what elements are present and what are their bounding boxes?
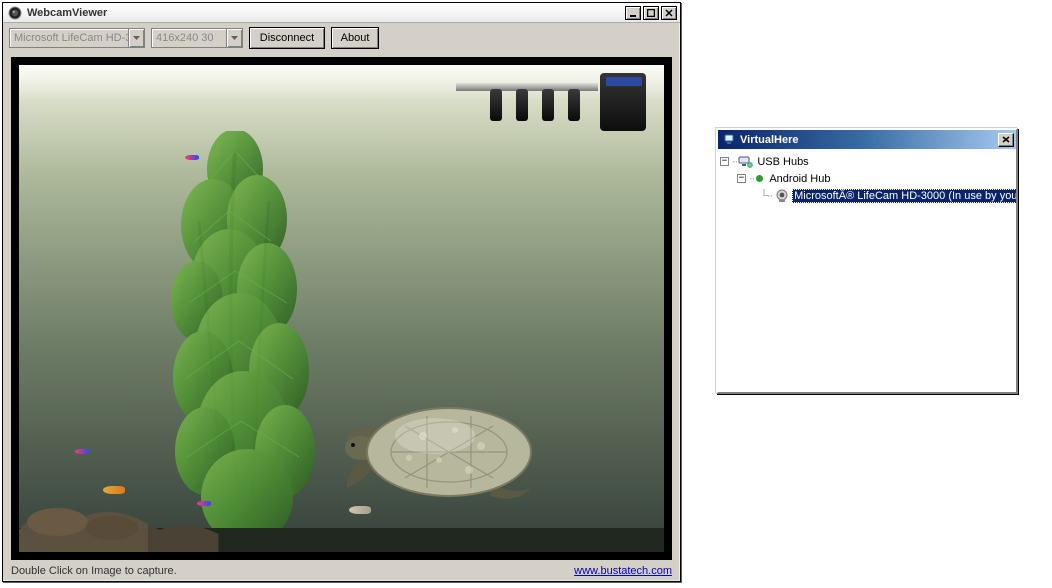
hub-root-icon <box>737 155 753 169</box>
maximize-button[interactable] <box>643 6 659 20</box>
tree-row-device[interactable]: └·· MicrosoftÂ® LifeCam HD-3000 (In use … <box>720 187 1014 204</box>
disconnect-button[interactable]: Disconnect <box>249 27 325 49</box>
collapse-icon[interactable]: − <box>720 157 729 166</box>
tree-line: ·· <box>749 173 754 185</box>
device-tree[interactable]: − ·· USB Hubs − ·· Android Hub └·· <box>718 149 1016 392</box>
status-bar: Double Click on Image to capture. www.bu… <box>3 562 680 581</box>
resolution-combo-text: 416x240 30 <box>152 32 226 44</box>
virtualhere-titlebar[interactable]: VirtualHere <box>718 130 1016 149</box>
turtle <box>339 388 549 508</box>
aquarium-filter <box>456 71 646 136</box>
device-combo-text: Microsoft LifeCam HD-30 <box>10 32 128 44</box>
collapse-icon[interactable]: − <box>737 174 746 183</box>
about-button-label: About <box>341 32 370 44</box>
chevron-down-icon <box>128 29 144 47</box>
tree-row-hub[interactable]: − ·· Android Hub <box>720 170 1014 187</box>
close-button[interactable] <box>661 6 677 20</box>
virtualhere-window: VirtualHere − ·· USB Hubs − ·· Android H… <box>716 128 1018 394</box>
aquarium-scene <box>19 65 664 552</box>
video-frame <box>11 57 672 560</box>
camera-icon <box>7 5 23 21</box>
virtualhere-title: VirtualHere <box>740 134 998 146</box>
webcam-viewer-titlebar[interactable]: WebcamViewer <box>3 3 680 23</box>
webcam-device-icon <box>774 189 790 203</box>
webcam-viewer-window: WebcamViewer Microsoft LifeCam HD-30 416… <box>2 2 681 582</box>
fish-pale <box>349 506 371 514</box>
tree-line: └·· <box>760 190 772 202</box>
resolution-combo: 416x240 30 <box>151 28 243 48</box>
fish-neon <box>75 449 89 454</box>
fish-orange <box>103 486 125 494</box>
device-combo: Microsoft LifeCam HD-30 <box>9 28 145 48</box>
fish-neon <box>185 155 199 160</box>
tree-label-hub[interactable]: Android Hub <box>767 172 832 186</box>
fish-neon <box>197 501 211 506</box>
tree-label-root[interactable]: USB Hubs <box>755 155 810 169</box>
tree-label-device[interactable]: MicrosoftÂ® LifeCam HD-3000 (In use by y… <box>792 189 1016 203</box>
status-dot-icon <box>756 175 763 182</box>
about-button[interactable]: About <box>331 27 379 49</box>
tree-row-root[interactable]: − ·· USB Hubs <box>720 153 1014 170</box>
disconnect-button-label: Disconnect <box>260 32 314 44</box>
chevron-down-icon <box>226 29 242 47</box>
video-surface[interactable] <box>19 65 664 552</box>
minimize-button[interactable] <box>625 6 641 20</box>
app-icon <box>722 133 736 147</box>
webcam-viewer-title: WebcamViewer <box>27 7 623 19</box>
website-link[interactable]: www.bustatech.com <box>574 565 672 577</box>
webcam-viewer-toolbar: Microsoft LifeCam HD-30 416x240 30 Disco… <box>3 23 680 53</box>
status-text: Double Click on Image to capture. <box>11 565 574 577</box>
close-button[interactable] <box>998 133 1014 147</box>
